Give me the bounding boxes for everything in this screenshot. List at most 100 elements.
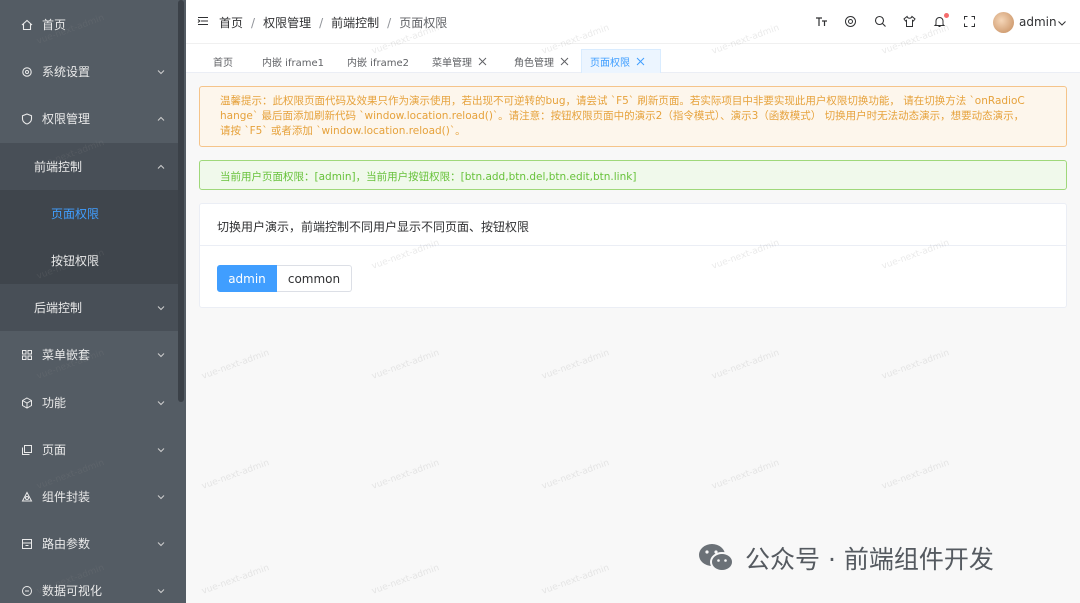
tab-label: 菜单管理	[432, 57, 472, 69]
wechat-icon	[699, 544, 734, 572]
breadcrumb-item[interactable]: 权限管理	[263, 14, 311, 31]
search-icon[interactable]	[874, 15, 888, 29]
breadcrumb-separator: /	[319, 15, 324, 30]
sidebar-item-label: 页面	[42, 443, 67, 457]
radio-button-common[interactable]: common	[277, 265, 352, 292]
chevron-down-icon	[156, 397, 166, 407]
gear-icon	[20, 65, 34, 79]
watermark-text: vue-next-admin	[200, 348, 271, 382]
sidebar-item-system-settings[interactable]: 系统设置	[0, 48, 184, 95]
avatar[interactable]	[993, 12, 1014, 33]
watermark-text: vue-next-admin	[200, 458, 271, 492]
sidebar-item-label: 页面权限	[51, 207, 100, 221]
fullscreen-icon[interactable]	[963, 15, 977, 29]
home-icon	[20, 18, 34, 32]
grid-icon	[20, 348, 34, 362]
watermark-text: vue-next-admin	[370, 348, 441, 382]
tab-label: 内嵌 iframe1	[262, 57, 324, 69]
chevron-down-icon	[156, 538, 166, 548]
watermark-text: vue-next-admin	[200, 563, 271, 597]
success-text: 当前用户页面权限：[admin]，当前用户按钮权限：[btn.add,btn.d…	[220, 171, 637, 183]
sidebar-item-permission[interactable]: 权限管理	[0, 95, 184, 142]
chevron-down-icon	[156, 349, 166, 359]
warning-text-line: hange` 最后面添加刷新代码 `window.location.reload…	[220, 110, 1025, 122]
sidebar-item-function[interactable]: 功能	[0, 379, 184, 426]
sidebar-item-visualization[interactable]: 数据可视化	[0, 567, 184, 603]
sidebar-item-label: 系统设置	[42, 65, 91, 79]
breadcrumb-item[interactable]: 前端控制	[331, 14, 379, 31]
sidebar-item-page-permission[interactable]: 页面权限	[0, 190, 184, 237]
user-switch-card: 切换用户演示，前端控制不同用户显示不同页面、按钮权限 admin common	[199, 203, 1067, 308]
tab-menu-manage[interactable]: 菜单管理	[424, 49, 495, 73]
wechat-brand: 公众号 · 前端组件开发	[697, 540, 994, 576]
breadcrumb-item[interactable]: 首页	[219, 14, 243, 31]
component-icon	[20, 490, 34, 504]
tab-label: 页面权限	[590, 58, 630, 69]
chevron-up-icon	[156, 113, 166, 123]
cube-icon	[20, 396, 34, 410]
chevron-down-icon	[156, 66, 166, 76]
chevron-down-icon	[156, 585, 166, 595]
watermark-text: vue-next-admin	[880, 458, 951, 492]
watermark-text: vue-next-admin	[540, 348, 611, 382]
warning-alert: 温馨提示：此权限页面代码及效果只作为演示使用，若出现不可逆转的bug，请尝试 `…	[199, 86, 1067, 147]
box-icon	[20, 537, 34, 551]
watermark-text: vue-next-admin	[370, 563, 441, 597]
close-icon[interactable]	[636, 57, 645, 66]
menu-fold-icon[interactable]	[197, 15, 209, 27]
tab-label: 角色管理	[514, 57, 554, 69]
watermark-text: vue-next-admin	[710, 348, 781, 382]
close-icon[interactable]	[478, 57, 487, 66]
watermark-text: vue-next-admin	[370, 458, 441, 492]
chat-icon	[20, 584, 34, 598]
tags-view: 首页 内嵌 iframe1 内嵌 iframe2 菜单管理 角色管理 页面权限	[186, 44, 1080, 73]
close-icon[interactable]	[560, 57, 569, 66]
breadcrumb-item-current: 页面权限	[399, 16, 448, 30]
shield-icon	[20, 112, 34, 126]
chevron-up-icon	[156, 161, 166, 171]
font-size-icon[interactable]	[815, 15, 829, 29]
user-radio-group: admin common	[217, 265, 352, 292]
sidebar-item-pages[interactable]: 页面	[0, 426, 184, 473]
tab-label: 首页	[213, 57, 233, 69]
wechat-brand-text: 公众号 · 前端组件开发	[745, 545, 994, 574]
watermark-text: vue-next-admin	[880, 348, 951, 382]
warning-text-line: 请按 `F5` 或者添加 `window.location.reload()`。	[220, 125, 466, 137]
target-icon[interactable]	[844, 15, 858, 29]
bell-icon[interactable]	[933, 13, 949, 29]
copy-icon	[20, 443, 34, 457]
sidebar-item-frontend-control[interactable]: 前端控制	[0, 143, 184, 190]
tab-label: 内嵌 iframe2	[347, 57, 409, 69]
sidebar-scrollbar[interactable]	[178, 0, 184, 402]
card-title: 切换用户演示，前端控制不同用户显示不同页面、按钮权限	[200, 204, 1066, 246]
success-alert: 当前用户页面权限：[admin]，当前用户按钮权限：[btn.add,btn.d…	[199, 160, 1067, 190]
watermark-text: vue-next-admin	[540, 458, 611, 492]
chevron-down-icon	[156, 444, 166, 454]
user-name[interactable]: admin	[1019, 15, 1057, 29]
tab-page-permission[interactable]: 页面权限	[581, 49, 661, 73]
radio-button-admin[interactable]: admin	[217, 265, 277, 292]
watermark-text: vue-next-admin	[540, 563, 611, 597]
sidebar-item-menu-nest[interactable]: 菜单嵌套	[0, 331, 184, 378]
sidebar-item-route-params[interactable]: 路由参数	[0, 520, 184, 567]
sidebar-item-button-permission[interactable]: 按钮权限	[0, 237, 184, 284]
breadcrumb: 首页 / 权限管理 / 前端控制 / 页面权限	[219, 14, 447, 31]
chevron-down-icon[interactable]	[1057, 17, 1067, 27]
sidebar-item-label: 组件封装	[42, 490, 91, 504]
tab-role-manage[interactable]: 角色管理	[506, 49, 577, 73]
sidebar-item-backend-control[interactable]: 后端控制	[0, 284, 184, 331]
skin-icon[interactable]	[903, 15, 917, 29]
sidebar-item-components[interactable]: 组件封装	[0, 473, 184, 520]
sidebar-item-label: 菜单嵌套	[42, 348, 91, 362]
breadcrumb-separator: /	[251, 15, 256, 30]
sidebar-item-label: 首页	[42, 18, 67, 32]
tab-iframe1[interactable]: 内嵌 iframe1	[254, 49, 332, 73]
tab-home[interactable]: 首页	[205, 49, 241, 73]
sidebar-item-home[interactable]: 首页	[0, 1, 184, 48]
sidebar-item-label: 按钮权限	[51, 254, 100, 268]
chevron-down-icon	[156, 302, 166, 312]
notification-dot	[944, 13, 949, 18]
chevron-down-icon	[156, 491, 166, 501]
tab-iframe2[interactable]: 内嵌 iframe2	[339, 49, 417, 73]
warning-text-line: 温馨提示：此权限页面代码及效果只作为演示使用，若出现不可逆转的bug，请尝试 `…	[220, 95, 1025, 107]
